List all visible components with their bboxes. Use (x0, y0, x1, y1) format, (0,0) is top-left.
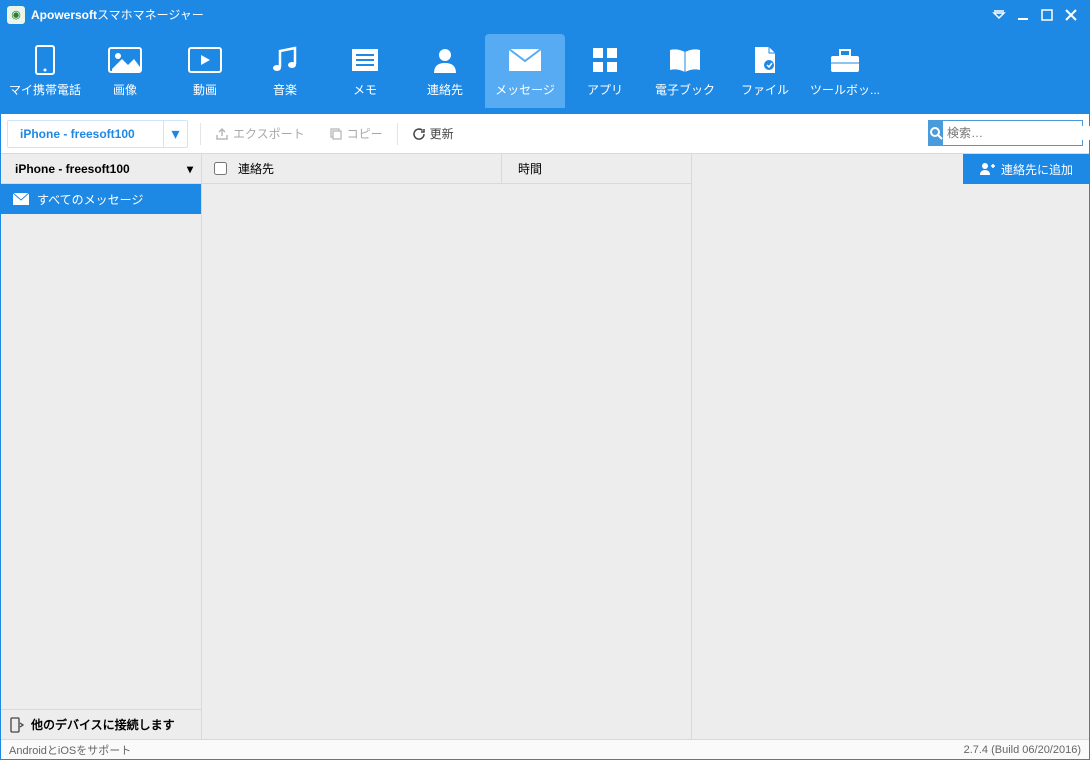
device-connect-icon (9, 717, 25, 733)
message-list-pane: 連絡先 時間 (202, 154, 692, 739)
message-list (202, 184, 691, 739)
sidebar-empty (1, 214, 201, 709)
select-all-checkbox[interactable] (214, 162, 227, 175)
copy-button[interactable]: コピー (329, 125, 383, 142)
app-title-rest: スマホマネージャー (97, 6, 204, 23)
tab-label: 連絡先 (427, 81, 463, 98)
sidebar-device-name: iPhone - freesoft100 (15, 162, 130, 176)
tab-label: アプリ (587, 81, 623, 98)
sub-toolbar: iPhone - freesoft100 ▾ エクスポート コピー 更新 × (1, 114, 1089, 154)
tab-files[interactable]: ファイル (725, 34, 805, 108)
separator (397, 123, 398, 145)
tab-phone[interactable]: マイ携帯電話 (5, 34, 85, 108)
device-dropdown[interactable]: iPhone - freesoft100 ▾ (7, 120, 188, 148)
content-area: 連絡先 時間 連絡先に追加 (202, 154, 1089, 739)
add-to-contacts-button[interactable]: 連絡先に追加 (963, 154, 1089, 184)
tab-label: メッセージ (495, 81, 555, 98)
message-icon (507, 45, 543, 75)
tab-label: 電子ブック (655, 81, 715, 98)
title-bar: ◉ Apowersoft スマホマネージャー (1, 1, 1089, 28)
image-icon (107, 45, 143, 75)
column-time-header[interactable]: 時間 (502, 160, 691, 177)
tab-toolbox[interactable]: ツールボッ... (805, 34, 885, 108)
book-icon (667, 45, 703, 75)
dropdown-arrow-icon[interactable]: ▾ (163, 121, 187, 147)
detail-pane: 連絡先に追加 (692, 154, 1089, 739)
sidebar-device-header[interactable]: iPhone - freesoft100 ▾ (1, 154, 201, 184)
search-input[interactable] (943, 126, 1090, 140)
app-logo-icon: ◉ (7, 6, 25, 24)
tab-apps[interactable]: アプリ (565, 34, 645, 108)
tab-label: ファイル (741, 81, 789, 98)
tab-label: マイ携帯電話 (9, 81, 81, 98)
tab-music[interactable]: 音楽 (245, 34, 325, 108)
tab-contacts[interactable]: 連絡先 (405, 34, 485, 108)
video-icon (187, 45, 223, 75)
apps-icon (587, 45, 623, 75)
file-icon (747, 45, 783, 75)
sidebar: iPhone - freesoft100 ▾ すべてのメッセージ 他のデバイスに… (1, 154, 202, 739)
tab-images[interactable]: 画像 (85, 34, 165, 108)
copy-label: コピー (347, 125, 383, 142)
tab-label: 動画 (193, 81, 217, 98)
maximize-button[interactable] (1035, 3, 1059, 27)
contacts-icon (427, 45, 463, 75)
column-contact-label: 連絡先 (238, 160, 274, 177)
menu-dropdown-button[interactable] (987, 3, 1011, 27)
device-name: iPhone - freesoft100 (8, 121, 163, 147)
refresh-label: 更新 (430, 125, 454, 142)
search-box[interactable]: × (928, 120, 1083, 146)
export-button[interactable]: エクスポート (215, 125, 305, 142)
notes-icon (347, 45, 383, 75)
refresh-button[interactable]: 更新 (412, 125, 454, 142)
main-area: iPhone - freesoft100 ▾ すべてのメッセージ 他のデバイスに… (1, 154, 1089, 739)
tab-notes[interactable]: メモ (325, 34, 405, 108)
envelope-icon (13, 193, 29, 205)
tab-label: 音楽 (273, 81, 297, 98)
main-toolbar: マイ携帯電話 画像 動画 音楽 メモ 連絡先 メッセージ アプリ 電子ブック フ… (1, 28, 1089, 114)
close-button[interactable] (1059, 3, 1083, 27)
chevron-down-icon[interactable]: ▾ (187, 162, 193, 176)
add-person-icon (979, 162, 995, 176)
separator (200, 123, 201, 145)
tab-messages[interactable]: メッセージ (485, 34, 565, 108)
column-header-row: 連絡先 時間 (202, 154, 691, 184)
connect-other-label: 他のデバイスに接続します (31, 716, 175, 733)
tab-ebook[interactable]: 電子ブック (645, 34, 725, 108)
export-label: エクスポート (233, 125, 305, 142)
tab-label: 画像 (113, 81, 137, 98)
add-to-contacts-label: 連絡先に追加 (1001, 161, 1073, 178)
toolbox-icon (827, 45, 863, 75)
music-icon (267, 45, 303, 75)
sidebar-item-all-messages[interactable]: すべてのメッセージ (1, 184, 201, 214)
phone-icon (27, 45, 63, 75)
app-title-brand: Apowersoft (31, 8, 97, 22)
tab-label: メモ (353, 81, 377, 98)
status-version-text: 2.7.4 (Build 06/20/2016) (964, 744, 1081, 756)
status-bar: AndroidとiOSをサポート 2.7.4 (Build 06/20/2016… (1, 739, 1089, 759)
connect-other-device[interactable]: 他のデバイスに接続します (1, 709, 201, 739)
tab-video[interactable]: 動画 (165, 34, 245, 108)
tab-label: ツールボッ... (810, 81, 880, 98)
minimize-button[interactable] (1011, 3, 1035, 27)
column-time-label: 時間 (518, 162, 542, 176)
search-icon (929, 121, 943, 145)
column-contact-header[interactable]: 連絡先 (202, 154, 502, 183)
status-left-text: AndroidとiOSをサポート (9, 742, 131, 758)
sidebar-item-label: すべてのメッセージ (37, 191, 143, 208)
